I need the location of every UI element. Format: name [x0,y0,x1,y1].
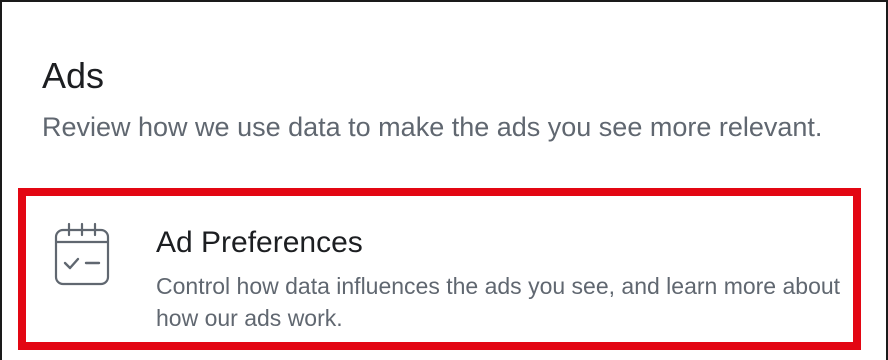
calendar-check-icon [54,222,110,286]
ad-preferences-item[interactable]: Ad Preferences Control how data influenc… [26,196,853,342]
section-title: Ads [42,55,105,96]
section-description: Review how we use data to make the ads y… [42,112,823,142]
ad-preferences-title: Ad Preferences [156,226,363,259]
ad-preferences-text: Ad Preferences Control how data influenc… [156,224,846,334]
settings-panel: Ads Review how we use data to make the a… [0,0,888,360]
ad-preferences-description: Control how data influences the ads you … [156,273,841,331]
